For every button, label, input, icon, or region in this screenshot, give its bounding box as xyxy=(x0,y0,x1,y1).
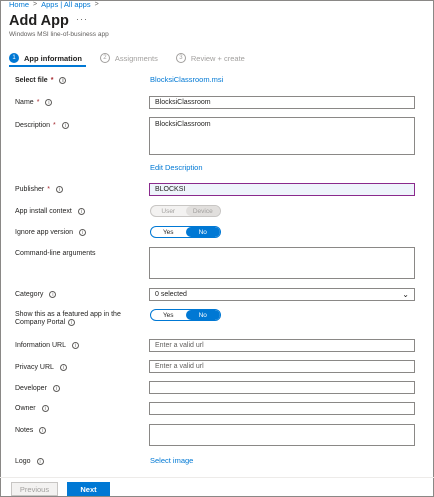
featured-toggle: Yes No xyxy=(150,309,221,321)
required-marker: * xyxy=(36,99,40,106)
privacy-url-label-text: Privacy URL xyxy=(15,364,54,371)
info-url-label: Information URL i xyxy=(15,342,79,349)
owner-label-text: Owner xyxy=(15,405,36,412)
required-marker: * xyxy=(47,186,50,193)
next-button[interactable]: Next xyxy=(67,482,110,496)
step-number: 1 xyxy=(9,53,19,63)
chevron-down-icon: ⌄ xyxy=(402,290,409,299)
install-context-label: App install context i xyxy=(15,208,85,215)
developer-label-text: Developer xyxy=(15,385,47,392)
info-icon[interactable]: i xyxy=(68,319,76,326)
command-line-textarea[interactable] xyxy=(149,247,415,279)
publisher-input[interactable]: BLOCKSI xyxy=(149,183,415,196)
info-url-label-text: Information URL xyxy=(15,342,66,349)
toggle-option-yes[interactable]: Yes xyxy=(151,227,186,237)
selected-file-link[interactable]: BlocksiClassroom.msi xyxy=(150,75,223,84)
featured-label: Show this as a featured app in the Compa… xyxy=(15,311,121,326)
step-label: App information xyxy=(24,53,82,63)
breadcrumb-home[interactable]: Home xyxy=(9,0,29,9)
step-label: Review + create xyxy=(190,53,245,63)
publisher-label-text: Publisher xyxy=(15,186,45,193)
info-icon[interactable]: i xyxy=(52,385,60,392)
publisher-label: Publisher * i xyxy=(15,186,63,193)
info-icon[interactable]: i xyxy=(59,77,67,84)
info-icon[interactable]: i xyxy=(61,122,69,129)
description-label: Description * i xyxy=(15,122,69,129)
toggle-option-device: Device xyxy=(185,206,220,216)
footer-divider xyxy=(0,477,434,478)
owner-input[interactable] xyxy=(149,402,415,415)
toggle-option-user: User xyxy=(161,207,176,215)
featured-label-line2: Company Portal xyxy=(15,319,66,326)
category-label: Category i xyxy=(15,291,57,298)
info-icon[interactable]: i xyxy=(41,405,49,412)
info-icon[interactable]: i xyxy=(49,291,57,298)
select-image-link[interactable]: Select image xyxy=(150,456,193,465)
info-icon[interactable]: i xyxy=(39,427,47,434)
notes-textarea[interactable] xyxy=(149,424,415,446)
breadcrumb-apps[interactable]: Apps | All apps xyxy=(41,0,90,9)
info-icon[interactable]: i xyxy=(71,342,79,349)
featured-label-line1: Show this as a featured app in the xyxy=(15,311,121,318)
previous-button[interactable]: Previous xyxy=(11,482,58,496)
category-value: 0 selected xyxy=(155,291,187,298)
breadcrumb: Home > Apps | All apps > xyxy=(9,0,99,9)
category-dropdown[interactable]: 0 selected ⌄ xyxy=(149,288,415,301)
step-number: 2 xyxy=(99,53,110,63)
step-review-create[interactable]: 3 Review + create xyxy=(175,53,245,63)
info-icon[interactable]: i xyxy=(36,458,44,465)
install-context-label-text: App install context xyxy=(15,208,72,215)
edit-description-link[interactable]: Edit Description xyxy=(150,163,203,172)
name-input[interactable]: BlocksiClassroom xyxy=(149,96,415,109)
ignore-version-label: Ignore app version i xyxy=(15,229,86,236)
required-marker: * xyxy=(53,122,56,129)
developer-label: Developer i xyxy=(15,385,60,392)
category-label-text: Category xyxy=(15,291,44,298)
owner-label: Owner i xyxy=(15,405,49,412)
privacy-url-input[interactable]: Enter a valid url xyxy=(149,360,415,373)
name-label: Name * i xyxy=(15,99,53,106)
active-step-underline xyxy=(9,65,86,67)
toggle-option-yes[interactable]: Yes xyxy=(151,310,186,320)
developer-input[interactable] xyxy=(149,381,415,394)
page-subtitle: Windows MSI line-of-business app xyxy=(9,31,109,38)
info-icon[interactable]: i xyxy=(59,364,67,371)
logo-label: Logo i xyxy=(15,458,44,465)
step-number: 3 xyxy=(175,53,186,63)
info-icon[interactable]: i xyxy=(55,186,63,193)
notes-label-text: Notes xyxy=(15,427,34,434)
install-context-toggle: User Device xyxy=(150,205,221,217)
step-label: Assignments xyxy=(114,53,158,63)
page-title: Add App xyxy=(9,13,69,29)
breadcrumb-separator-icon: > xyxy=(94,1,99,8)
description-textarea[interactable]: BlocksiClassroom xyxy=(149,117,415,155)
description-label-text: Description xyxy=(15,122,51,129)
wizard-steps: 1 App information 2 Assignments 3 Review… xyxy=(9,53,263,63)
step-app-information[interactable]: 1 App information xyxy=(9,53,82,63)
notes-label: Notes i xyxy=(15,427,47,434)
required-marker: * xyxy=(50,77,54,84)
select-file-label: Select file * i xyxy=(15,77,67,84)
info-icon[interactable]: i xyxy=(77,208,85,215)
command-line-label-text: Command-line arguments xyxy=(15,250,96,257)
name-label-text: Name xyxy=(15,99,34,106)
privacy-url-label: Privacy URL i xyxy=(15,364,67,371)
select-file-label-text: Select file xyxy=(15,77,48,84)
toggle-option-no[interactable]: No xyxy=(185,310,220,320)
info-url-input[interactable]: Enter a valid url xyxy=(149,339,415,352)
ignore-version-label-text: Ignore app version xyxy=(15,229,73,236)
breadcrumb-separator-icon: > xyxy=(33,1,38,8)
info-icon[interactable]: i xyxy=(45,99,53,106)
featured-label-line2-wrap: Company Portal i xyxy=(15,319,76,326)
logo-label-text: Logo xyxy=(15,458,31,465)
ignore-version-toggle: Yes No xyxy=(150,226,221,238)
info-icon[interactable]: i xyxy=(78,229,86,236)
toggle-option-no[interactable]: No xyxy=(185,227,220,237)
step-assignments[interactable]: 2 Assignments xyxy=(99,53,158,63)
command-line-label: Command-line arguments xyxy=(15,250,96,257)
more-options-icon[interactable]: ··· xyxy=(76,14,88,24)
